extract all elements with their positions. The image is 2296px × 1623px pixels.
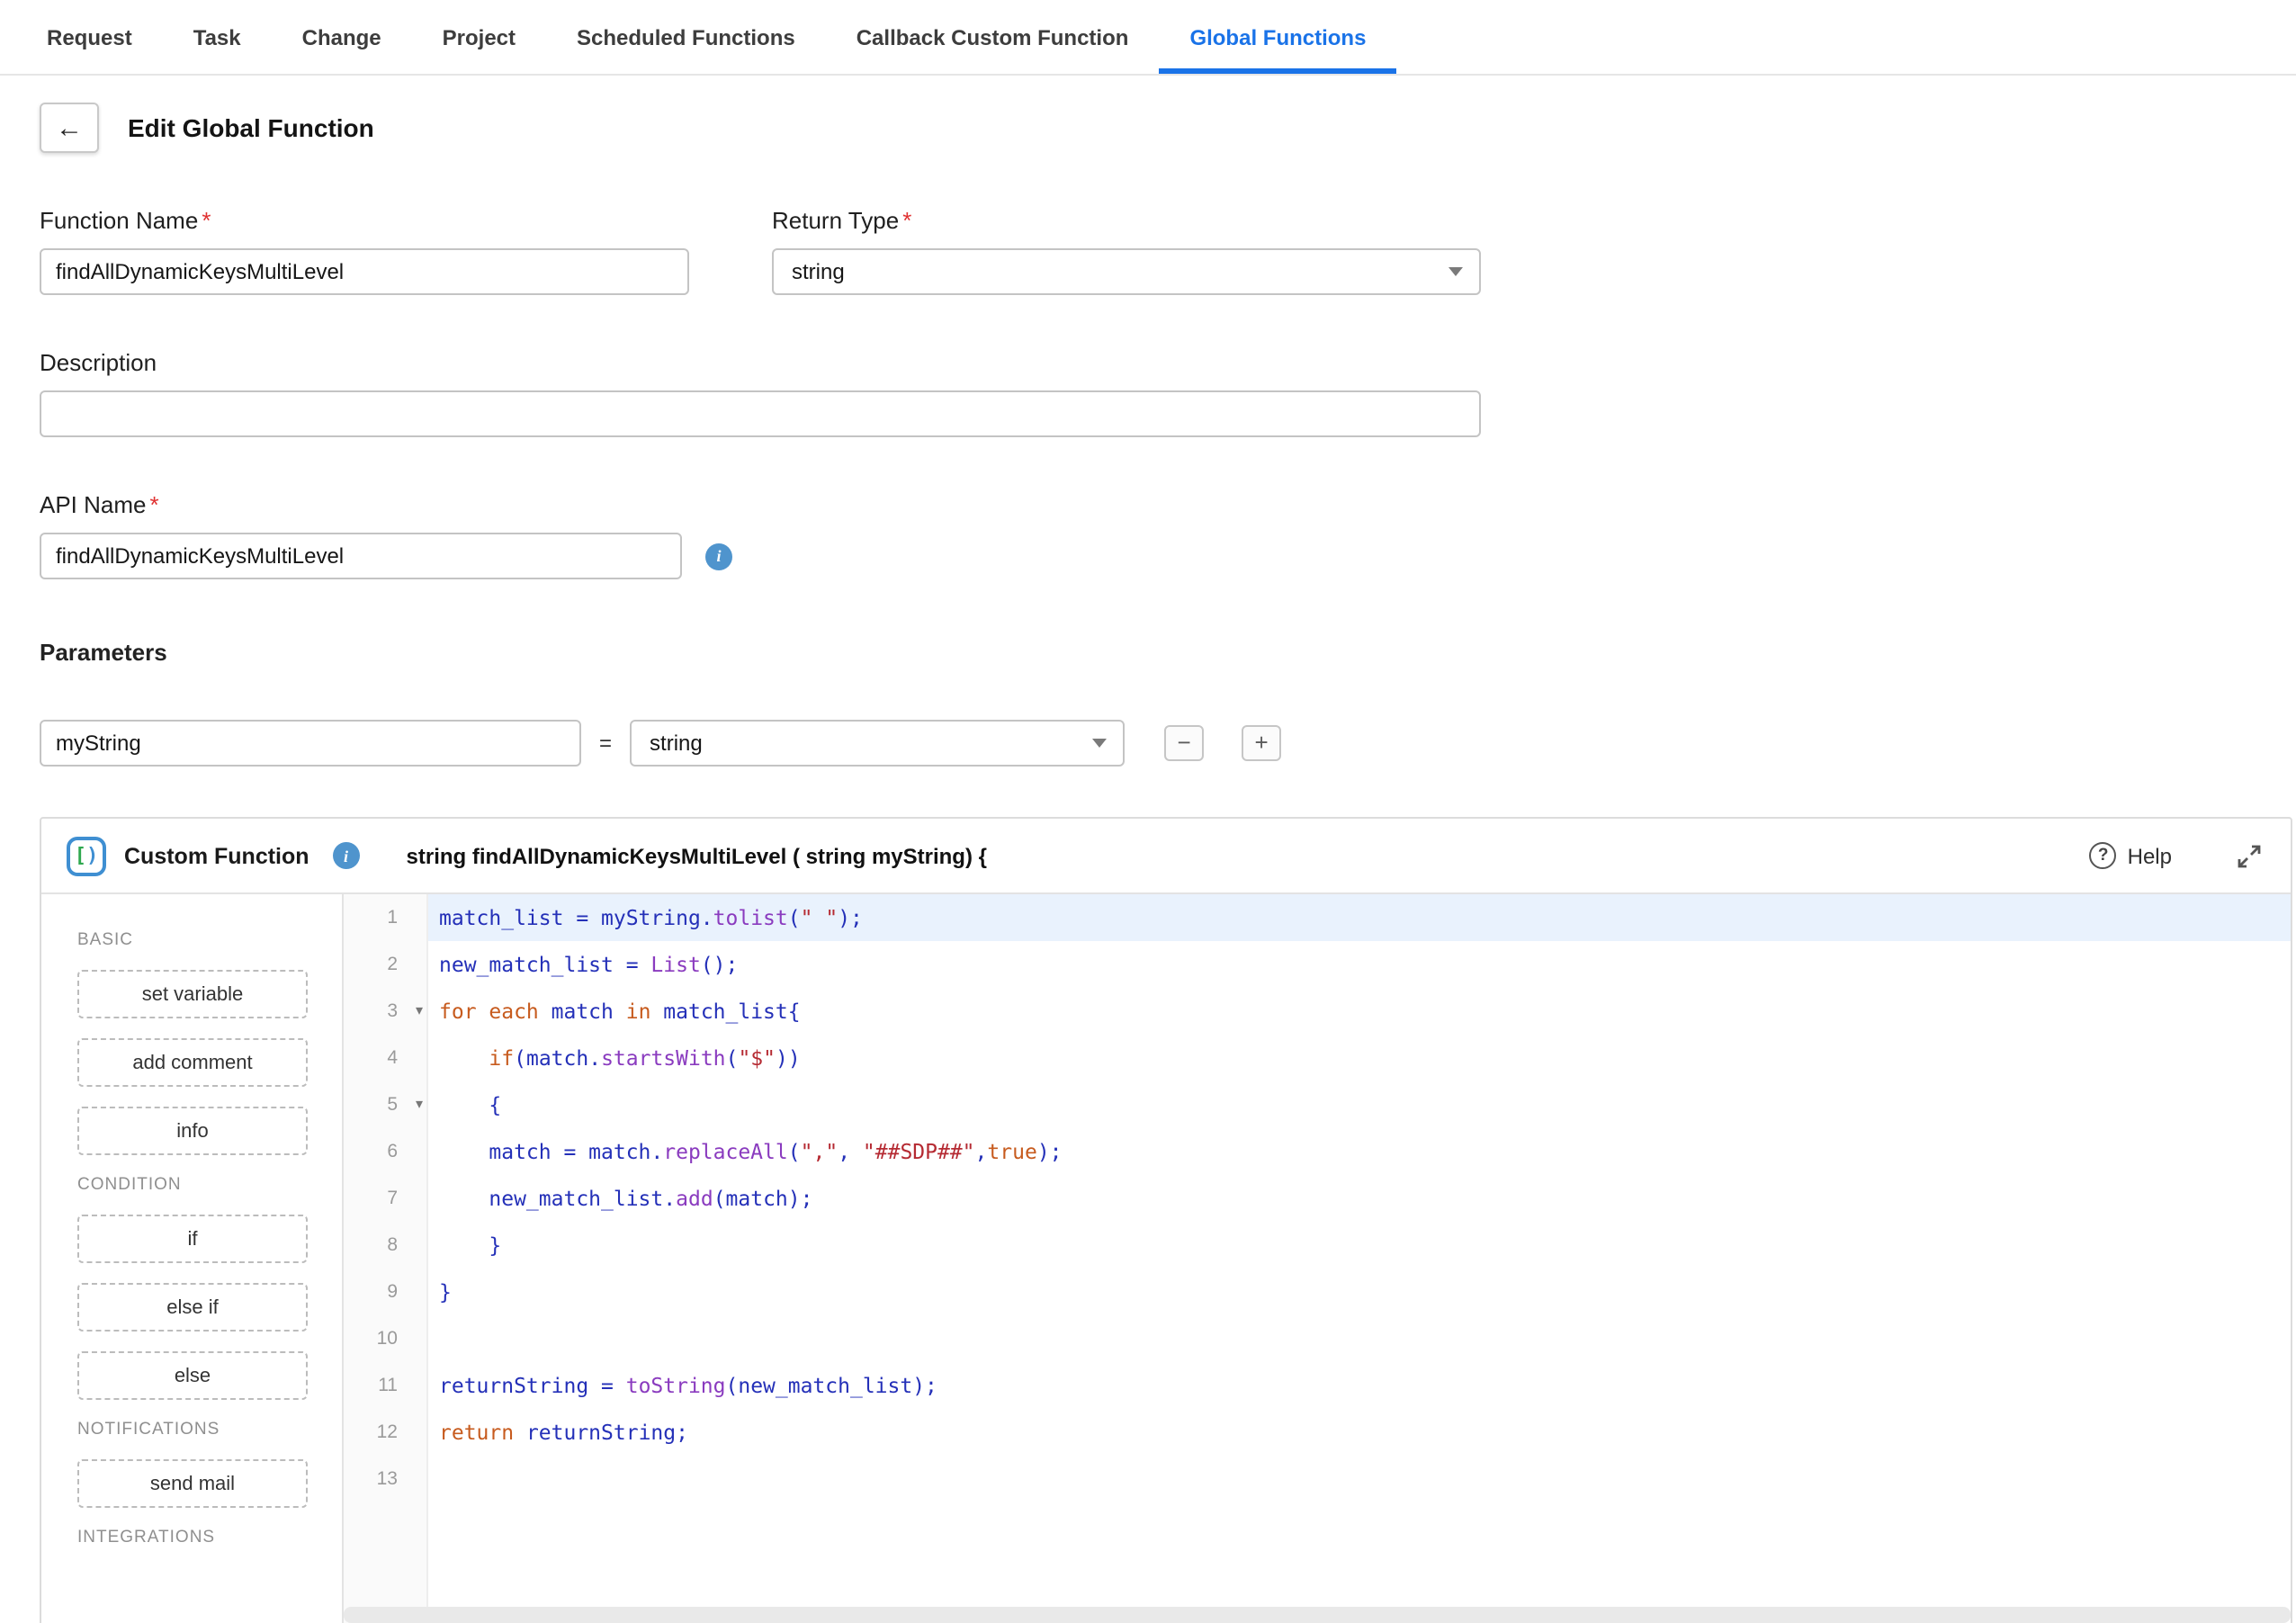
chevron-down-icon <box>1092 739 1107 748</box>
custom-function-title: Custom Function <box>124 843 309 868</box>
function-signature: string findAllDynamicKeysMultiLevel ( st… <box>407 843 987 868</box>
tab-scheduled-functions[interactable]: Scheduled Functions <box>546 0 826 74</box>
tab-callback-custom-function[interactable]: Callback Custom Function <box>826 0 1160 74</box>
function-name-label: Function Name* <box>40 207 772 234</box>
fold-arrow-icon[interactable]: ▾ <box>416 1081 423 1128</box>
return-type-label: Return Type* <box>772 207 1481 234</box>
help-label[interactable]: Help <box>2128 843 2172 868</box>
editor-body: BASIC set variable add comment info CONDITIO… <box>41 894 2291 1623</box>
snippet-else-if[interactable]: else if <box>77 1283 308 1332</box>
code-line[interactable] <box>428 1456 2291 1502</box>
tab-project[interactable]: Project <box>412 0 546 74</box>
api-name-input[interactable] <box>40 533 682 579</box>
code-line[interactable]: match = match.replaceAll(",", "##SDP##",… <box>428 1128 2291 1175</box>
return-type-value: string <box>792 259 845 284</box>
tab-task[interactable]: Task <box>163 0 272 74</box>
description-input[interactable] <box>40 390 1481 437</box>
custom-function-icon: [) <box>67 836 106 875</box>
sidebar-section-title: NOTIFICATIONS <box>77 1420 342 1439</box>
chevron-down-icon <box>1448 267 1463 276</box>
line-number: 9 <box>344 1269 426 1315</box>
snippet-sidebar: BASIC set variable add comment info CONDITIO… <box>41 894 344 1623</box>
page-title: Edit Global Function <box>128 113 374 142</box>
code-line[interactable]: return returnString; <box>428 1409 2291 1456</box>
add-parameter-button[interactable]: + <box>1242 725 1281 761</box>
line-number: 13 <box>344 1456 426 1502</box>
info-icon[interactable]: i <box>333 842 360 869</box>
back-button[interactable]: ← <box>40 103 99 153</box>
code-line[interactable]: } <box>428 1222 2291 1269</box>
code-line[interactable]: } <box>428 1269 2291 1315</box>
help-icon[interactable]: ? <box>2090 842 2117 869</box>
code-line[interactable]: { <box>428 1081 2291 1128</box>
page: RequestTaskChangeProjectScheduled Functi… <box>0 0 2296 1623</box>
required-asterisk: * <box>902 207 911 234</box>
line-number: 2 <box>344 941 426 988</box>
line-number: 10 <box>344 1315 426 1362</box>
line-number: 12 <box>344 1409 426 1456</box>
parameters-heading: Parameters <box>40 639 2296 666</box>
snippet-add-comment[interactable]: add comment <box>77 1038 308 1087</box>
parameter-row: = string − + <box>40 720 2296 767</box>
line-number: 11 <box>344 1362 426 1409</box>
snippet-set-variable[interactable]: set variable <box>77 970 308 1018</box>
tab-request[interactable]: Request <box>16 0 163 74</box>
expand-icon[interactable] <box>2237 843 2262 868</box>
tab-global-functions[interactable]: Global Functions <box>1159 0 1396 74</box>
line-number-gutter: 123▾45▾678910111213 <box>344 894 428 1623</box>
line-number: 6 <box>344 1128 426 1175</box>
parameter-type-select[interactable]: string <box>630 720 1125 767</box>
custom-function-panel: [) Custom Function i string findAllDynam… <box>40 817 2292 1623</box>
line-number: 3▾ <box>344 988 426 1035</box>
equals-sign: = <box>599 731 612 756</box>
code-line[interactable]: if(match.startsWith("$")) <box>428 1035 2291 1081</box>
description-label: Description <box>40 349 2296 376</box>
required-asterisk: * <box>150 491 159 518</box>
return-type-select[interactable]: string <box>772 248 1481 295</box>
code-line[interactable]: returnString = toString(new_match_list); <box>428 1362 2291 1409</box>
line-number: 8 <box>344 1222 426 1269</box>
sidebar-section-title: INTEGRATIONS <box>77 1528 342 1547</box>
horizontal-scrollbar[interactable] <box>344 1607 2291 1623</box>
function-name-input[interactable] <box>40 248 689 295</box>
title-row: ← Edit Global Function <box>40 103 2296 153</box>
code-line[interactable]: for each match in match_list{ <box>428 988 2291 1035</box>
code-line[interactable]: new_match_list = List(); <box>428 941 2291 988</box>
custom-function-header: [) Custom Function i string findAllDynam… <box>41 819 2291 894</box>
code-line[interactable] <box>428 1315 2291 1362</box>
parameter-name-input[interactable] <box>40 720 581 767</box>
fold-arrow-icon[interactable]: ▾ <box>416 988 423 1035</box>
back-arrow-icon: ← <box>56 112 83 143</box>
sidebar-section-title: BASIC <box>77 930 342 950</box>
tab-change[interactable]: Change <box>272 0 412 74</box>
parameter-type-value: string <box>650 731 703 756</box>
code-line[interactable]: new_match_list.add(match); <box>428 1175 2291 1222</box>
code-line[interactable]: match_list = myString.tolist(" "); <box>428 894 2291 941</box>
remove-parameter-button[interactable]: − <box>1164 725 1204 761</box>
required-asterisk: * <box>202 207 211 234</box>
line-number: 7 <box>344 1175 426 1222</box>
api-name-label: API Name* <box>40 491 2296 518</box>
code-editor[interactable]: match_list = myString.tolist(" ");new_ma… <box>428 894 2291 1623</box>
snippet-send-mail[interactable]: send mail <box>77 1459 308 1508</box>
line-number: 5▾ <box>344 1081 426 1128</box>
snippet-info[interactable]: info <box>77 1107 308 1155</box>
line-number: 1 <box>344 894 426 941</box>
line-number: 4 <box>344 1035 426 1081</box>
info-icon[interactable]: i <box>705 542 732 569</box>
snippet-if[interactable]: if <box>77 1215 308 1263</box>
sidebar-section-title: CONDITION <box>77 1175 342 1195</box>
tab-bar: RequestTaskChangeProjectScheduled Functi… <box>0 0 2296 76</box>
edit-function-form: Function Name* Return Type* string Descr… <box>40 207 2296 767</box>
snippet-else[interactable]: else <box>77 1351 308 1400</box>
